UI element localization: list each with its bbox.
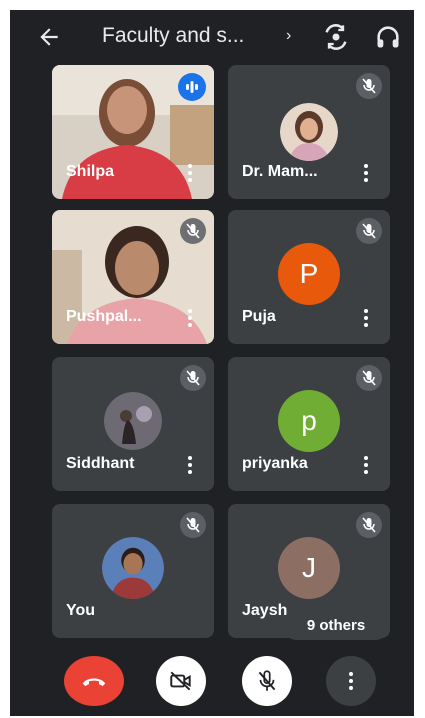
participant-name: Pushpal...: [66, 308, 142, 325]
others-chip[interactable]: 9 others: [282, 610, 390, 640]
mic-off-icon: [356, 73, 382, 99]
mic-off-icon: [356, 365, 382, 391]
end-call-button[interactable]: [64, 656, 124, 706]
headphones-icon[interactable]: [374, 23, 402, 51]
participant-name: You: [66, 602, 96, 619]
camera-toggle-button[interactable]: [156, 656, 206, 706]
meet-screen: Faculty and s... › Shilpa Dr. Mam... Pus…: [10, 10, 414, 716]
mic-off-icon: [356, 218, 382, 244]
back-arrow-icon[interactable]: [36, 24, 62, 50]
avatar-you: [102, 537, 164, 600]
more-vert-icon[interactable]: [356, 453, 376, 477]
participant-tile-siddhant[interactable]: Siddhant: [52, 357, 214, 491]
camera-off-icon: [170, 671, 191, 691]
top-bar: Faculty and s... ›: [10, 10, 414, 66]
avatar-puja: P: [278, 243, 340, 306]
mic-off-icon: [258, 670, 276, 691]
meeting-title[interactable]: Faculty and s...: [102, 24, 282, 48]
mic-off-icon: [180, 365, 206, 391]
more-vert-icon[interactable]: [180, 306, 200, 330]
speaking-indicator-icon: [178, 73, 206, 101]
participant-tile-dr-mam[interactable]: Dr. Mam...: [228, 65, 390, 199]
more-vert-icon: [349, 672, 353, 690]
more-vert-icon[interactable]: [180, 161, 200, 185]
mic-toggle-button[interactable]: [242, 656, 292, 706]
participant-tile-priyanka[interactable]: p priyanka: [228, 357, 390, 491]
more-vert-icon[interactable]: [180, 453, 200, 477]
participant-tile-shilpa[interactable]: Shilpa: [52, 65, 214, 199]
participant-name: Puja: [242, 308, 276, 325]
avatar-priyanka: p: [278, 390, 340, 453]
chevron-right-icon[interactable]: ›: [286, 27, 291, 45]
more-vert-icon[interactable]: [356, 161, 376, 185]
avatar-siddhant: [104, 392, 162, 451]
more-options-button[interactable]: [326, 656, 376, 706]
participant-tile-puja[interactable]: P Puja: [228, 210, 390, 344]
participant-tile-pushpal[interactable]: Pushpal...: [52, 210, 214, 344]
switch-camera-icon[interactable]: [322, 23, 350, 51]
participant-name: priyanka: [242, 455, 308, 472]
participant-tile-you[interactable]: You: [52, 504, 214, 638]
participant-name: Dr. Mam...: [242, 163, 318, 180]
mic-off-icon: [180, 512, 206, 538]
participant-name: Shilpa: [66, 163, 115, 180]
end-call-icon: [82, 678, 106, 686]
more-vert-icon[interactable]: [356, 306, 376, 330]
call-controls: [10, 644, 414, 716]
mic-off-icon: [180, 218, 206, 244]
participant-name: Siddhant: [66, 455, 135, 472]
participant-name: Jaysh: [242, 602, 288, 619]
avatar-jaysh: J: [278, 537, 340, 600]
avatar-dr-mam: [280, 103, 338, 161]
mic-off-icon: [356, 512, 382, 538]
